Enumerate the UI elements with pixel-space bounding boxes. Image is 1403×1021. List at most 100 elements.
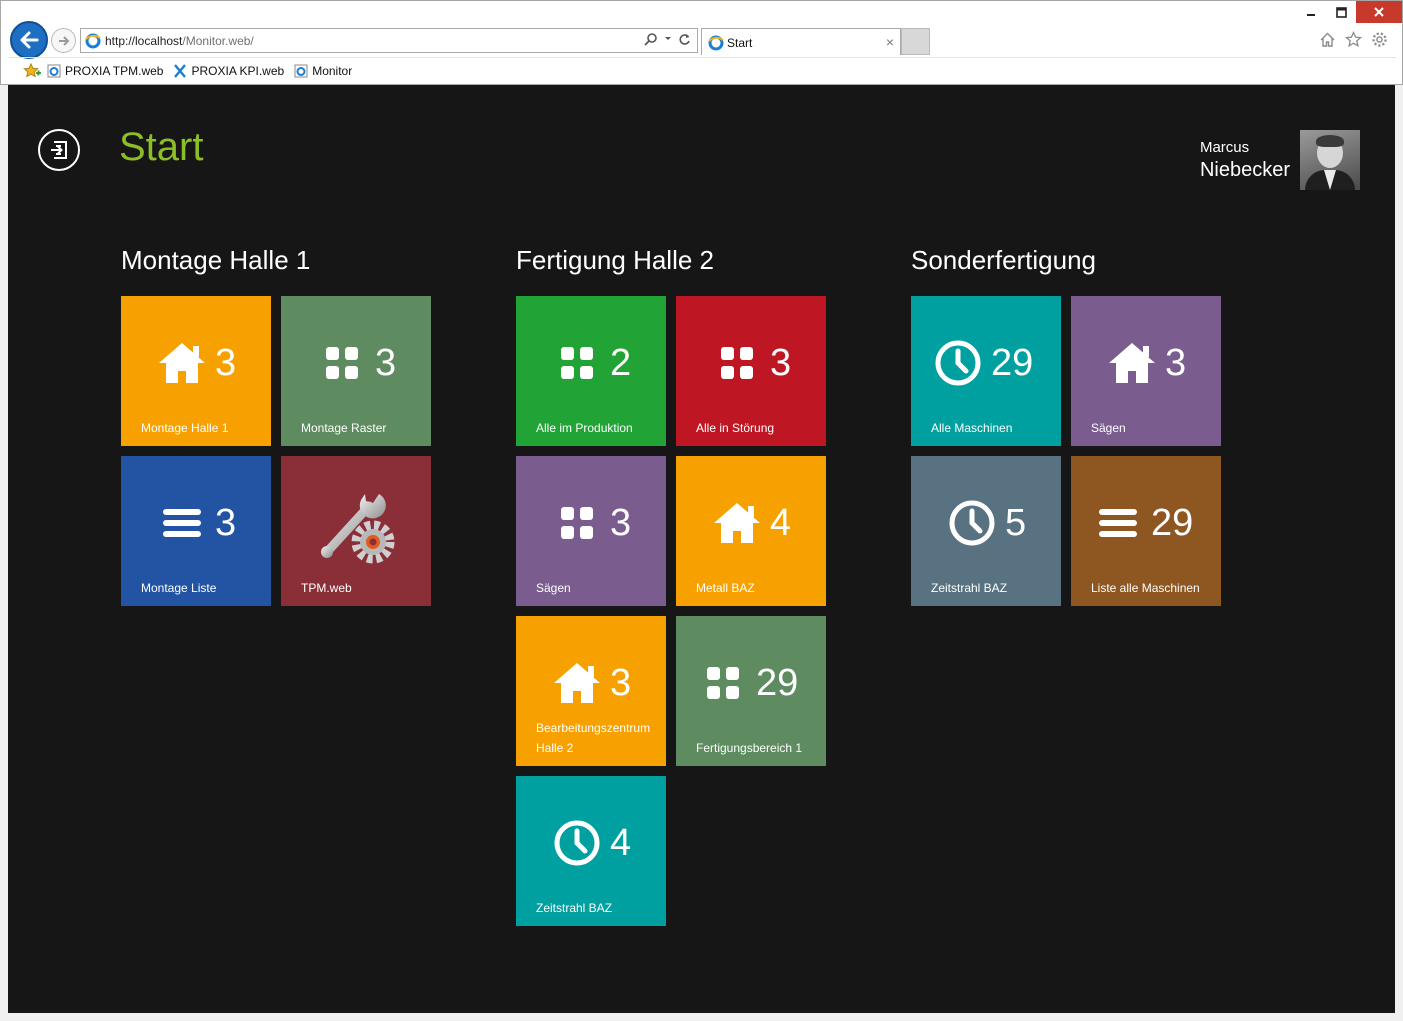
tile-label: Montage Raster [301,421,387,435]
address-bar[interactable]: http://localhost/Monitor.web/ [80,28,698,53]
tile-count: 29 [756,662,799,704]
monitor-app: Start Marcus Niebecker Montage Halle 1 3… [8,85,1395,1013]
clock-icon [949,500,995,546]
tile-label: Alle in Störung [696,421,775,435]
home-icon [554,663,600,703]
tile-label: Zeitstrahl BAZ [931,581,1008,595]
tile-count: 5 [1005,502,1027,544]
tile-label: Metall BAZ [696,581,755,595]
tile-count: 3 [770,342,792,384]
home-icon [159,343,205,383]
tab-close-button[interactable]: × [886,34,894,50]
clock-icon [935,340,981,386]
tile-tpm-web[interactable]: TPM.web [281,456,431,606]
wrench-gear-icon [321,494,395,564]
tile-label: Montage Halle 1 [141,421,229,435]
group-title-fertigung-halle-2: Fertigung Halle 2 [516,245,714,275]
minimize-button[interactable] [1296,1,1326,23]
chevron-down-icon[interactable] [664,35,672,43]
tile-count: 3 [610,502,632,544]
tile-saegen-sonder[interactable]: 3 Sägen [1071,296,1221,446]
tile-count: 3 [1165,342,1187,384]
home-icon [714,503,760,543]
favorite-proxia-tpm[interactable]: PROXIA TPM.web [47,64,163,78]
tile-label: Fertigungsbereich 1 [696,741,803,755]
tile-zeitstrahl-baz-sonder[interactable]: 5 Zeitstrahl BAZ [911,456,1061,606]
tile-montage-halle-1[interactable]: 3 Montage Halle 1 [121,296,271,446]
tile-count: 3 [375,342,397,384]
tile-label: Zeitstrahl BAZ [536,901,613,915]
tile-alle-maschinen[interactable]: 29 Alle Maschinen [911,296,1061,446]
user-last-name: Niebecker [1199,158,1290,181]
tile-count: 29 [1151,502,1194,544]
close-icon [1374,7,1384,17]
menu-enter-icon [51,141,67,159]
browser-chrome: http://localhost/Monitor.web/ Start × PR [0,0,1403,85]
favorites-star-icon[interactable] [1345,31,1362,48]
user-panel[interactable]: Marcus Niebecker [1200,130,1360,190]
tile-saegen[interactable]: 3 Sägen [516,456,666,606]
tile-liste-alle-maschinen[interactable]: 29 Liste alle Maschinen [1071,456,1221,606]
url-text: http://localhost/Monitor.web/ [105,34,254,48]
tile-count: 3 [610,662,632,704]
favorite-label: PROXIA TPM.web [65,64,164,78]
tile-label: Bearbeitungszentrum Halle 2 [536,721,651,755]
maximize-icon [1335,6,1347,18]
clock-icon [554,820,600,866]
tile-bearbeitungszentrum-halle-2[interactable]: 3 Bearbeitungszentrum Halle 2 [516,616,666,766]
url-host: http://localhost [105,34,183,48]
grid-icon [721,347,753,379]
refresh-icon[interactable] [678,33,691,46]
favorite-proxia-kpi[interactable]: PROXIA KPI.web [173,64,284,78]
grid-icon [707,667,739,699]
page-title: Start [119,125,204,169]
grid-icon [561,507,593,539]
url-path: /Monitor.web/ [182,34,254,48]
tile-label: Sägen [536,581,571,595]
tile-zeitstrahl-baz[interactable]: 4 Zeitstrahl BAZ [516,776,666,926]
tile-label: Sägen [1091,421,1126,435]
ie-page-icon [294,64,308,78]
tile-label: Montage Liste [141,581,217,595]
new-tab-button[interactable] [901,28,930,55]
ie-icon [708,35,724,51]
close-window-button[interactable] [1356,1,1402,23]
tile-alle-in-stoerung[interactable]: 3 Alle in Störung [676,296,826,446]
tile-count: 2 [610,342,632,384]
minimize-icon [1307,14,1315,16]
search-icon[interactable] [644,32,658,46]
tile-alle-im-produktion[interactable]: 2 Alle im Produktion [516,296,666,446]
favorite-label: Monitor [312,64,353,78]
forward-button[interactable] [51,28,76,53]
tile-count: 29 [991,342,1034,384]
list-icon [1099,509,1137,537]
grid-icon [326,347,358,379]
gear-icon[interactable] [1371,31,1388,48]
tile-metall-baz[interactable]: 4 Metall BAZ [676,456,826,606]
favorite-label: PROXIA KPI.web [191,64,285,78]
back-button[interactable] [10,21,48,59]
tile-label: Alle im Produktion [536,421,633,435]
tile-montage-liste[interactable]: 3 Montage Liste [121,456,271,606]
browser-tab[interactable]: Start × [701,28,901,55]
tile-count: 4 [610,822,632,864]
home-icon[interactable] [1319,31,1336,48]
maximize-button[interactable] [1326,1,1356,23]
favorites-bar: PROXIA TPM.web PROXIA KPI.web Monitor [9,57,1396,84]
user-first-name: Marcus [1199,138,1250,156]
grid-icon [561,347,593,379]
avatar[interactable] [1300,130,1360,190]
list-icon [163,509,201,537]
tile-count: 4 [770,502,792,544]
app-menu-button[interactable] [38,129,80,171]
favorite-monitor[interactable]: Monitor [294,64,352,78]
favorites-add-icon[interactable] [23,63,41,79]
group-title-montage-halle-1: Montage Halle 1 [121,245,311,275]
tile-fertigungsbereich-1[interactable]: 29 Fertigungsbereich 1 [676,616,826,766]
arrow-left-icon [20,31,39,49]
tile-count: 3 [215,342,237,384]
tile-montage-raster[interactable]: 3 Montage Raster [281,296,431,446]
group-title-sonderfertigung: Sonderfertigung [911,245,1097,275]
proxia-x-icon [174,64,187,78]
tile-label: Alle Maschinen [931,421,1013,435]
